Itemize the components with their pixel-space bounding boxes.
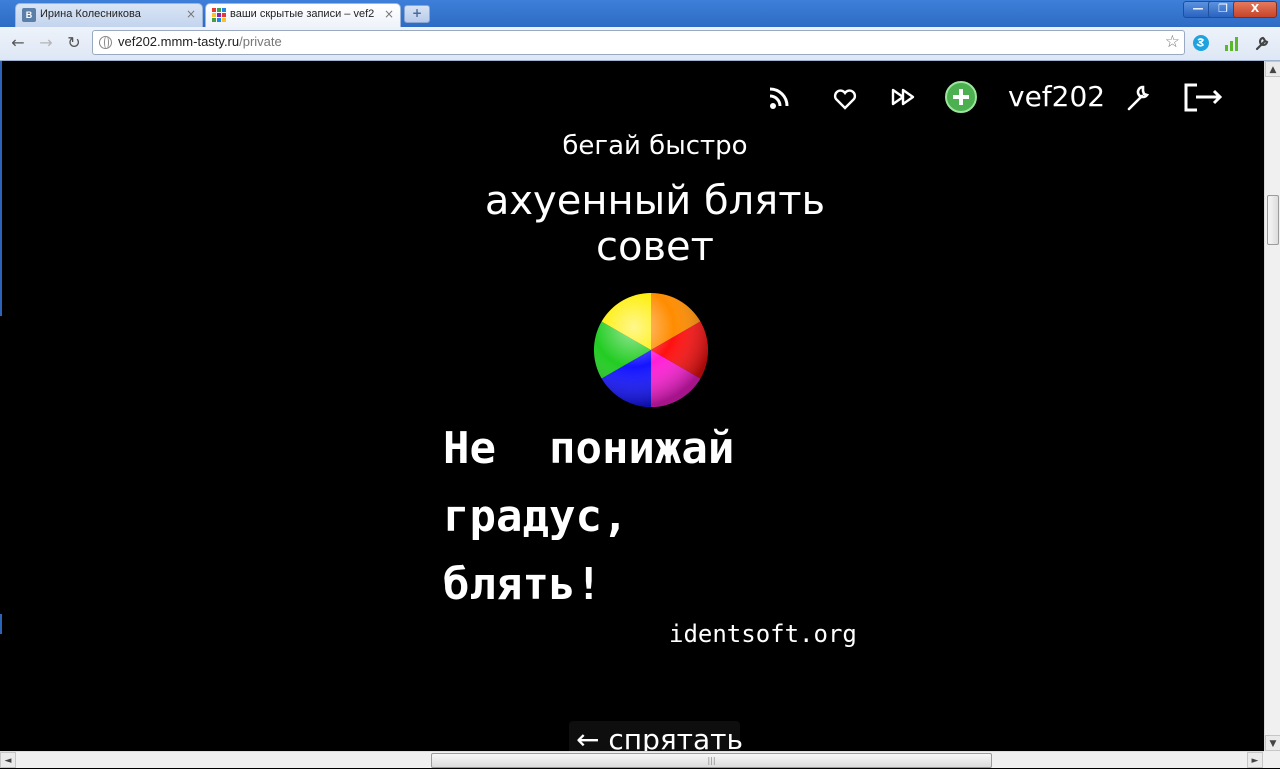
heart-icon[interactable] [830,79,860,115]
wrench-icon[interactable] [1252,33,1272,53]
vertical-scroll-thumb[interactable] [1267,195,1279,245]
forward-button[interactable]: → [35,32,57,54]
url-path: /private [239,34,282,49]
url-text: vef202.mmm-tasty.ru/private [118,34,282,49]
hide-button[interactable]: ← спрятать [569,721,743,751]
reload-button[interactable]: ↻ [63,32,85,54]
scroll-right-button[interactable]: ► [1247,752,1263,768]
color-ball-image [593,293,709,407]
logout-icon[interactable] [1182,79,1226,115]
hide-button-label: ← спрятать [576,723,743,751]
globe-icon [99,36,112,49]
poster-line: градус, [443,491,629,542]
username-link[interactable]: vef202 [1008,80,1105,113]
new-tab-button[interactable]: + [404,5,430,23]
scroll-down-button[interactable]: ▼ [1265,735,1280,751]
rss-icon[interactable] [766,79,796,115]
settings-icon[interactable] [1124,79,1154,115]
skype-icon[interactable] [1191,33,1211,53]
url-host: vef202.mmm-tasty.ru [118,34,240,49]
close-tab-icon[interactable]: × [186,7,196,21]
back-button[interactable]: ← [7,32,29,54]
address-bar[interactable]: vef202.mmm-tasty.ru/private ☆ [92,30,1185,55]
add-icon[interactable] [943,79,979,115]
watermark-text: identsoft.org [669,620,857,648]
signal-bars-icon[interactable] [1222,33,1242,53]
poster-text: Не понижай градус, блять! [443,415,734,619]
tab-private[interactable]: ваши скрытые записи – vef2 × [205,3,401,27]
close-window-button[interactable]: X [1233,1,1277,18]
title-bar: В Ирина Колесникова × ваши скрытые запис… [0,0,1280,27]
scrollbar-corner [1264,751,1280,768]
poster-line: Не понижай [443,423,735,474]
post-title-line: совет [596,224,714,270]
vertical-scrollbar[interactable]: ▲ ▼ [1264,61,1280,751]
vk-icon: В [22,8,36,22]
fast-forward-icon[interactable] [890,79,920,115]
tab-vk[interactable]: В Ирина Колесникова × [15,3,203,27]
tab-title: Ирина Колесникова [40,8,141,20]
bookmark-star-icon[interactable]: ☆ [1165,32,1180,52]
post-title: ахуенный блять совет [0,178,1264,270]
horizontal-scroll-thumb[interactable]: ||| [431,753,992,768]
browser-toolbar: ← → ↻ vef202.mmm-tasty.ru/private ☆ [0,27,1280,61]
scroll-left-button[interactable]: ◄ [0,752,16,768]
page-content: vef202 бегай быстро ахуенный блять совет… [0,61,1264,751]
poster-line: блять! [443,559,602,610]
tasty-icon [212,8,226,22]
close-tab-icon[interactable]: × [384,7,394,21]
horizontal-scrollbar[interactable]: ◄ ||| ► [0,751,1264,768]
post-subtitle: бегай быстро [562,131,748,161]
scroll-up-button[interactable]: ▲ [1265,61,1280,77]
tab-title: ваши скрытые записи – vef2 [230,8,375,20]
post-title-line: ахуенный блять [484,178,826,224]
page-edge [0,614,2,634]
